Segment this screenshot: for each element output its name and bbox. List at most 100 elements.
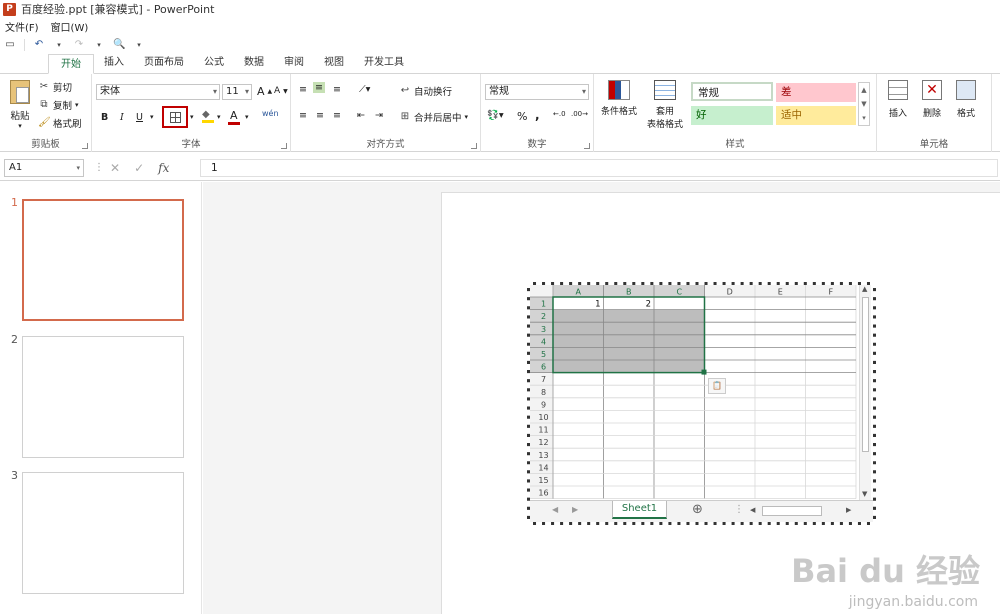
fill-color-dropdown-icon[interactable]: ▾: [217, 113, 221, 121]
number-format-select[interactable]: 常规 ▾: [485, 84, 589, 100]
save-icon[interactable]: ▭: [4, 39, 16, 51]
column-header-a[interactable]: A: [576, 288, 582, 297]
menu-file[interactable]: 文件(F): [5, 19, 39, 34]
row-header-13[interactable]: 13: [538, 451, 548, 460]
decrease-decimal-icon[interactable]: .00→: [571, 110, 588, 118]
wrap-text-button[interactable]: ↩ 自动换行: [399, 84, 452, 98]
delete-cells-button[interactable]: ✕ 删除: [917, 80, 947, 119]
row-header-9[interactable]: 9: [541, 400, 546, 409]
grow-font-icon[interactable]: A ▲: [257, 85, 272, 98]
format-painter-button[interactable]: 🖌 格式刷: [38, 116, 82, 130]
italic-button[interactable]: I: [120, 112, 124, 123]
column-header-d[interactable]: D: [727, 288, 733, 297]
tab-data[interactable]: 数据: [234, 53, 274, 73]
spreadsheet-grid[interactable]: A B C D E F123456789101112131415161 2: [530, 285, 873, 500]
number-launcher-icon[interactable]: [584, 143, 590, 149]
style-neutral[interactable]: 适中: [776, 106, 856, 125]
fill-color-button[interactable]: ◆: [202, 109, 214, 123]
style-bad[interactable]: 差: [776, 83, 856, 102]
vertical-scrollbar[interactable]: ▲ ▼: [859, 285, 871, 500]
row-header-6[interactable]: 6: [541, 363, 546, 372]
style-normal[interactable]: 常规: [691, 82, 773, 101]
insert-cells-button[interactable]: 插入: [883, 80, 913, 119]
tab-page-layout[interactable]: 页面布局: [134, 53, 194, 73]
font-name-select[interactable]: 宋体 ▾: [96, 84, 220, 100]
tab-insert[interactable]: 插入: [94, 53, 134, 73]
add-sheet-icon[interactable]: ⊕: [692, 502, 703, 517]
enter-icon[interactable]: ✓: [134, 161, 144, 175]
percent-button[interactable]: %: [517, 110, 527, 123]
redo-dropdown-icon[interactable]: ▾: [93, 39, 105, 51]
insert-function-button[interactable]: fx: [158, 161, 169, 175]
tab-home[interactable]: 开始: [48, 54, 94, 74]
cell-b1[interactable]: 2: [646, 300, 651, 310]
borders-dropdown-icon[interactable]: ▾: [190, 113, 194, 121]
font-launcher-icon[interactable]: [281, 143, 287, 149]
scroll-left-icon[interactable]: ◀: [750, 506, 755, 514]
align-left-icon[interactable]: ≡: [299, 110, 307, 121]
undo-icon[interactable]: ↶: [33, 39, 45, 51]
row-header-3[interactable]: 3: [541, 325, 546, 334]
name-box[interactable]: A1 ▾: [4, 159, 84, 177]
align-right-icon[interactable]: ≡: [333, 110, 341, 121]
decrease-indent-icon[interactable]: ⇤: [357, 110, 365, 121]
cut-button[interactable]: ✂ 剪切: [38, 80, 72, 94]
underline-button[interactable]: U: [136, 112, 143, 123]
column-header-e[interactable]: E: [778, 288, 783, 297]
increase-decimal-icon[interactable]: ←.0: [553, 110, 566, 118]
customize-qat-icon[interactable]: ▾: [133, 39, 145, 51]
embedded-spreadsheet[interactable]: A B C D E F 1 2 3 4 5 6 7 8 9 10 11 12 13 14 15 16 1 2 ◀ ▶ Shee…: [527, 282, 876, 525]
column-header-b[interactable]: B: [626, 288, 632, 297]
slide-thumbnail-1[interactable]: [22, 199, 184, 321]
merge-center-button[interactable]: ⊞ 合并后居中 ▾: [399, 110, 468, 124]
alignment-launcher-icon[interactable]: [471, 143, 477, 149]
redo-icon[interactable]: ↷: [73, 39, 85, 51]
paste-button[interactable]: 粘贴 ▾: [6, 80, 34, 130]
bold-button[interactable]: B: [101, 112, 108, 123]
horizontal-scrollbar[interactable]: [762, 506, 822, 516]
cell-a1[interactable]: 1: [595, 300, 600, 310]
align-middle-icon[interactable]: ≡: [313, 82, 325, 93]
clipboard-launcher-icon[interactable]: [82, 143, 88, 149]
shrink-font-icon[interactable]: A ▼: [274, 86, 288, 96]
tab-formulas[interactable]: 公式: [194, 53, 234, 73]
row-header-10[interactable]: 10: [538, 413, 548, 422]
fill-handle[interactable]: [701, 369, 707, 375]
phonetic-button[interactable]: wén: [262, 109, 279, 118]
conditional-format-button[interactable]: 条件格式: [598, 80, 640, 117]
comma-button[interactable]: ,: [535, 108, 540, 122]
align-center-icon[interactable]: ≡: [316, 110, 324, 121]
column-header-f[interactable]: F: [828, 288, 833, 297]
sheet-prev-icon[interactable]: ◀: [552, 505, 558, 514]
print-preview-icon[interactable]: 🔍: [113, 39, 125, 51]
row-header-2[interactable]: 2: [541, 312, 546, 321]
align-bottom-icon[interactable]: ≡: [333, 84, 341, 95]
orientation-icon[interactable]: ⟋▾: [359, 84, 370, 95]
font-color-dropdown-icon[interactable]: ▾: [245, 113, 249, 121]
paste-options-icon[interactable]: 📋: [708, 378, 726, 394]
undo-dropdown-icon[interactable]: ▾: [53, 39, 65, 51]
tab-developer[interactable]: 开发工具: [354, 53, 414, 73]
styles-scroll[interactable]: ▲ ▼ ▾: [858, 82, 870, 126]
format-cells-button[interactable]: 格式: [951, 80, 981, 119]
vertical-scroll-thumb[interactable]: [862, 297, 869, 452]
tab-review[interactable]: 审阅: [274, 53, 314, 73]
format-as-table-button[interactable]: 套用 表格格式: [642, 80, 688, 130]
font-size-select[interactable]: 11 ▾: [222, 84, 252, 100]
sheet-tab-sheet1[interactable]: Sheet1: [612, 501, 667, 519]
row-header-7[interactable]: 7: [541, 375, 546, 384]
row-header-12[interactable]: 12: [538, 438, 548, 447]
slide-thumbnail-2[interactable]: [22, 336, 184, 458]
copy-button[interactable]: ⧉ 复制 ▾: [38, 98, 78, 112]
row-header-4[interactable]: 4: [541, 337, 546, 346]
column-header-c[interactable]: C: [676, 288, 682, 297]
font-color-button[interactable]: A: [228, 109, 240, 125]
row-header-1[interactable]: 1: [541, 300, 546, 309]
increase-indent-icon[interactable]: ⇥: [375, 110, 383, 121]
align-top-icon[interactable]: ≡: [299, 84, 307, 95]
menu-window[interactable]: 窗口(W): [51, 19, 89, 34]
tab-view[interactable]: 视图: [314, 53, 354, 73]
slide-thumbnail-3[interactable]: [22, 472, 184, 594]
sheet-next-icon[interactable]: ▶: [572, 505, 578, 514]
borders-button[interactable]: [162, 106, 188, 128]
